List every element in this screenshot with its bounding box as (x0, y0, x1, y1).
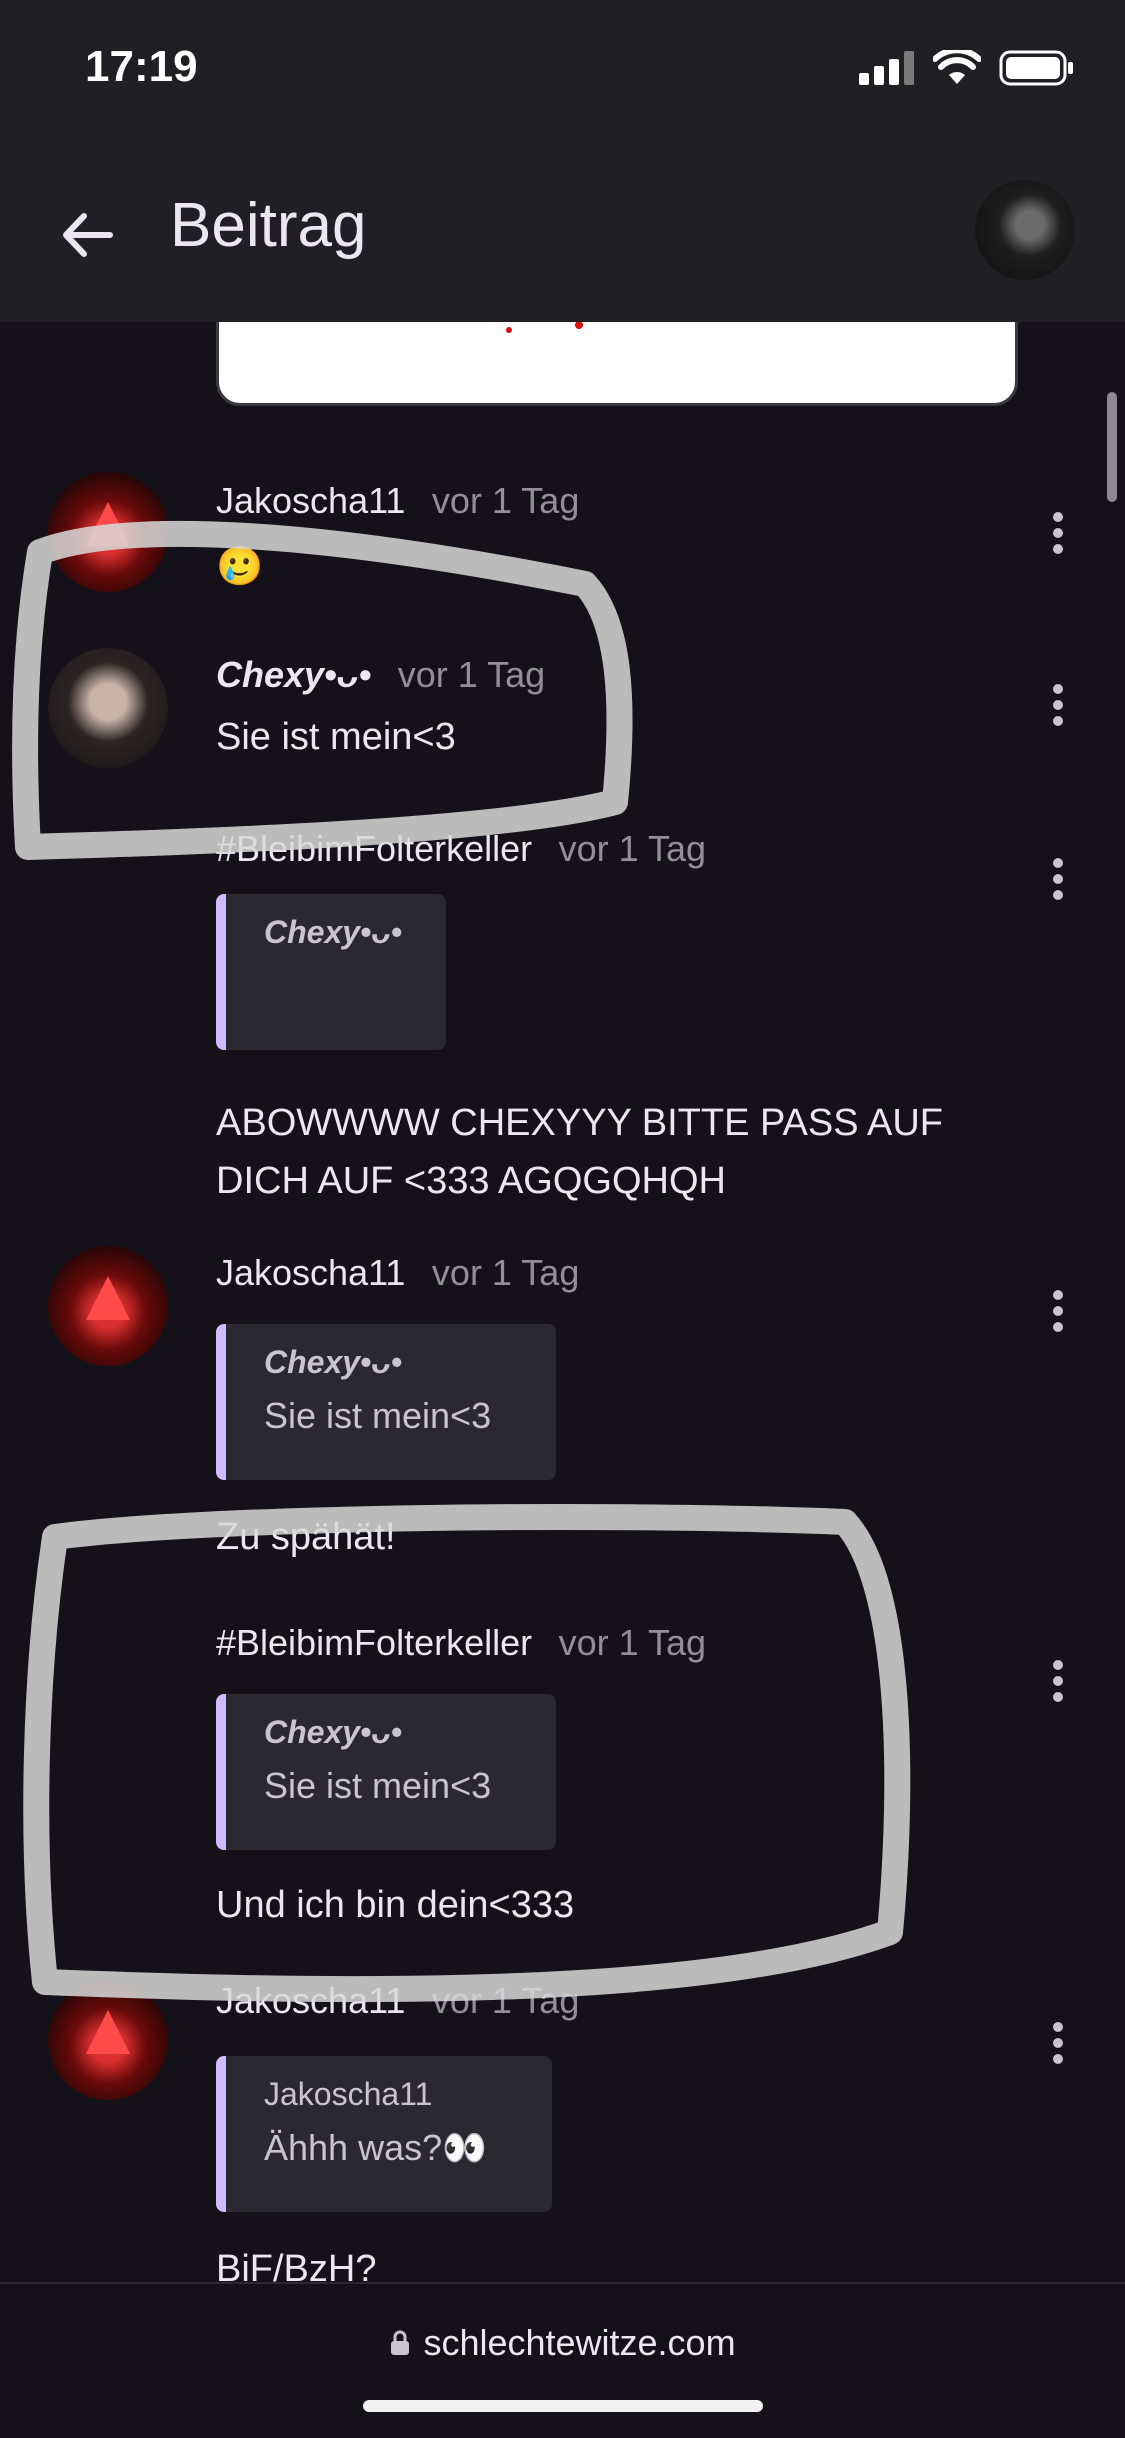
scrollbar[interactable] (1107, 392, 1117, 502)
app-bar: Beitrag (0, 150, 1125, 322)
comment-text: Und ich bin dein<333 (216, 1884, 575, 1926)
status-icons (859, 50, 1075, 86)
quoted-comment[interactable]: Chexy•ᴗ• Sie ist mein<3 (216, 1324, 556, 1480)
status-time: 17:19 (85, 42, 198, 91)
comment-text: BiF/BzH? (216, 2248, 377, 2282)
avatar[interactable] (48, 648, 168, 768)
comment-text: ABOWWWW CHEXYYY BITTE PASS AUF DICH AUF … (216, 1102, 944, 1202)
wifi-icon (933, 50, 981, 84)
status-bar: 17:19 (0, 0, 1125, 150)
comment-text: Sie ist mein<3 (216, 716, 456, 758)
quote-author: Chexy•ᴗ• (264, 1344, 402, 1380)
avatar[interactable] (48, 472, 168, 592)
quoted-comment[interactable]: Chexy•ᴗ• Sie ist mein<3 (216, 1694, 556, 1850)
user-avatar[interactable] (975, 180, 1075, 280)
back-arrow-icon[interactable] (50, 198, 124, 272)
comment-header: Jakoscha11 vor 1 Tag (216, 1980, 579, 2022)
comment-text: Zu spähät! (216, 1516, 396, 1558)
comment-author[interactable]: Chexy•ᴗ• (216, 654, 371, 695)
more-options-icon[interactable] (1053, 2022, 1065, 2070)
comment-author[interactable]: #BleibimFolterkeller (216, 828, 532, 869)
comment-time: vor 1 Tag (431, 1980, 580, 2021)
quoted-comment[interactable]: Jakoscha11 Ähhh was?👀 (216, 2056, 552, 2212)
avatar[interactable] (48, 1246, 168, 1366)
comment-thread[interactable]: Jakoscha11 vor 1 Tag 🥲 Chexy•ᴗ• vor 1 Ta… (0, 322, 1125, 2282)
more-options-icon[interactable] (1053, 1660, 1065, 1708)
comment-time: vor 1 Tag (397, 654, 546, 695)
more-options-icon[interactable] (1053, 858, 1065, 906)
blood-splatter-image (506, 322, 583, 333)
battery-icon (999, 50, 1073, 86)
signal-icon (859, 51, 914, 85)
post-image[interactable] (216, 322, 1018, 406)
quote-text: Sie ist mein<3 (264, 1765, 492, 1806)
quote-text: Ähhh was?👀 (264, 2127, 487, 2168)
quoted-comment[interactable]: Chexy•ᴗ• (216, 894, 446, 1050)
comment-time: vor 1 Tag (431, 1252, 580, 1293)
more-options-icon[interactable] (1053, 512, 1065, 560)
lock-icon (391, 2330, 410, 2355)
comment-author[interactable]: Jakoscha11 (216, 1980, 405, 2021)
more-options-icon[interactable] (1053, 1290, 1065, 1338)
more-options-icon[interactable] (1053, 684, 1065, 732)
comment-time: vor 1 Tag (558, 828, 706, 869)
quote-author: Chexy•ᴗ• (264, 1714, 402, 1750)
comment-header: Chexy•ᴗ• vor 1 Tag (216, 654, 545, 696)
comment-header: Jakoscha11 vor 1 Tag (216, 480, 579, 522)
comment-text: 🥲 (216, 546, 264, 588)
comment-author[interactable]: Jakoscha11 (216, 1252, 405, 1293)
browser-url-bar[interactable]: schlechtewitze.com (0, 2282, 1125, 2438)
url-row[interactable]: schlechtewitze.com (0, 2322, 1125, 2364)
page-title: Beitrag (170, 191, 367, 260)
comment-header: Jakoscha11 vor 1 Tag (216, 1252, 579, 1294)
quote-author: Chexy•ᴗ• (264, 914, 402, 950)
comment-author[interactable]: Jakoscha11 (216, 480, 405, 521)
home-indicator[interactable] (363, 2400, 763, 2412)
comment-time: vor 1 Tag (431, 480, 580, 521)
quote-author: Jakoscha11 (264, 2076, 433, 2112)
comment-time: vor 1 Tag (558, 1622, 706, 1663)
comment-header: #BleibimFolterkeller vor 1 Tag (216, 1622, 706, 1664)
quote-text: Sie ist mein<3 (264, 1395, 492, 1436)
comment-header: #BleibimFolterkeller vor 1 Tag (216, 828, 706, 870)
url-text: schlechtewitze.com (423, 2322, 736, 2363)
avatar[interactable] (48, 1980, 168, 2100)
comment-author[interactable]: #BleibimFolterkeller (216, 1622, 532, 1663)
